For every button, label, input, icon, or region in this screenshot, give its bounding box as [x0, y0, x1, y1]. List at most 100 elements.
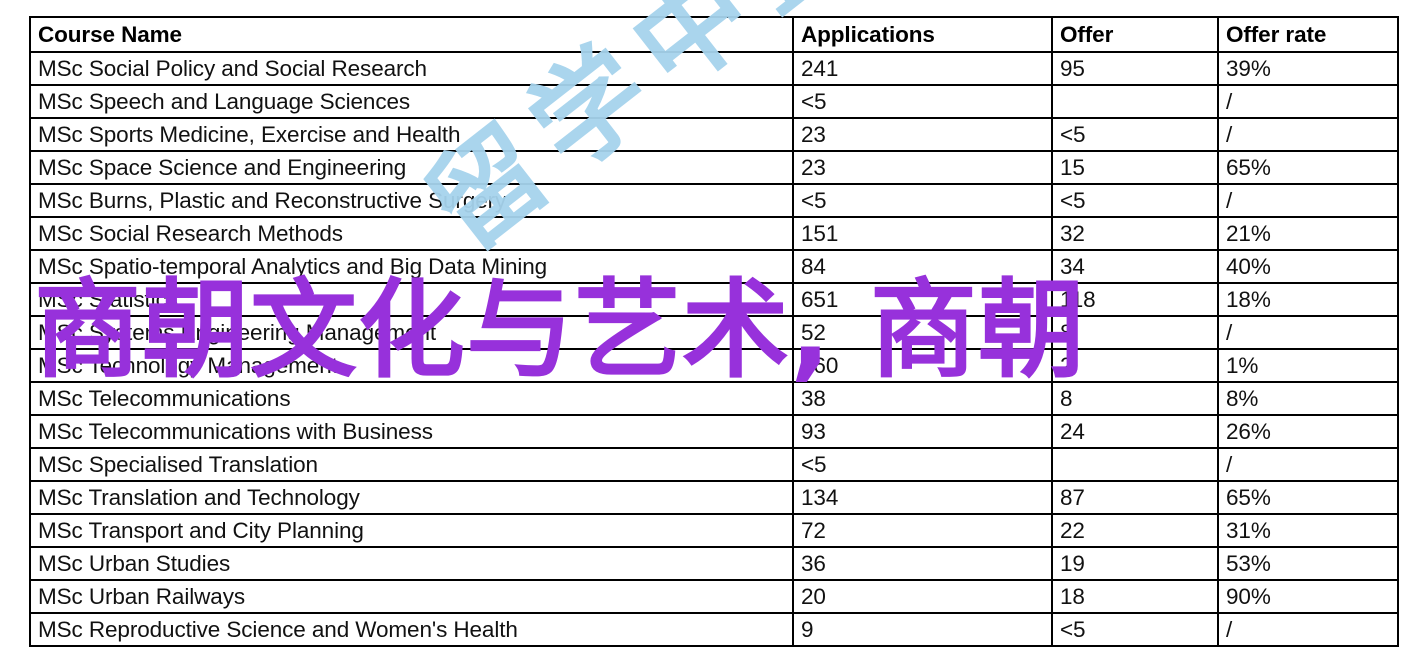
cell-applications: 52 [792, 315, 1053, 350]
stats-table: Course Name Applications Offer Offer rat… [29, 16, 1399, 647]
cell-course-name: MSc Translation and Technology [29, 480, 794, 515]
table-header: Course Name Applications Offer Offer rat… [29, 16, 1399, 53]
cell-offer: 87 [1051, 480, 1219, 515]
cell-offer: <5 [1051, 117, 1219, 152]
cell-course-name: MSc Sports Medicine, Exercise and Health [29, 117, 794, 152]
cell-offer-rate: / [1217, 315, 1399, 350]
cell-offer: 8 [1051, 381, 1219, 416]
cell-offer: 18 [1051, 579, 1219, 614]
cell-course-name: MSc Reproductive Science and Women's Hea… [29, 612, 794, 647]
cell-applications: 241 [792, 51, 1053, 86]
cell-course-name: MSc Speech and Language Sciences [29, 84, 794, 119]
cell-course-name: MSc Systems Engineering Management [29, 315, 794, 350]
cell-applications: 9 [792, 612, 1053, 647]
table-row: MSc Urban Railways 20 18 90% [29, 579, 1399, 614]
cell-offer-rate: 90% [1217, 579, 1399, 614]
cell-course-name: MSc Statistics [29, 282, 794, 317]
cell-offer [1051, 447, 1219, 482]
cell-offer: 2 [1051, 348, 1219, 383]
table-body: MSc Social Policy and Social Research 241… [29, 51, 1399, 647]
cell-offer-rate: 40% [1217, 249, 1399, 284]
cell-course-name: MSc Telecommunications [29, 381, 794, 416]
cell-applications: <5 [792, 84, 1053, 119]
table-row: MSc Systems Engineering Management 52 8/ [29, 315, 1399, 350]
cell-course-name: MSc Urban Railways [29, 579, 794, 614]
table-row: MSc Telecommunications with Business 93 24… [29, 414, 1399, 449]
cell-offer: 19 [1051, 546, 1219, 581]
cell-course-name: MSc Technology Management [29, 348, 794, 383]
table-row: MSc Transport and City Planning 72 22 31% [29, 513, 1399, 548]
cell-course-name: MSc Social Policy and Social Research [29, 51, 794, 86]
table-row: MSc Statistics 651 118 18% [29, 282, 1399, 317]
document-page: 留学中蓝天地 Course Name Applications Offer Of… [0, 0, 1418, 650]
cell-applications: 38 [792, 381, 1053, 416]
cell-offer: <5 [1051, 183, 1219, 218]
cell-applications: 151 [792, 216, 1053, 251]
cell-applications: 84 [792, 249, 1053, 284]
column-header-offer: Offer [1051, 16, 1219, 53]
cell-offer-rate: 18% [1217, 282, 1399, 317]
cell-offer-rate: 31% [1217, 513, 1399, 548]
table-row: MSc Space Science and Engineering 23 15 65% [29, 150, 1399, 185]
column-header-applications: Applications [792, 16, 1053, 53]
cell-course-name: MSc Telecommunications with Business [29, 414, 794, 449]
cell-course-name: MSc Space Science and Engineering [29, 150, 794, 185]
cell-offer: 32 [1051, 216, 1219, 251]
cell-course-name: MSc Transport and City Planning [29, 513, 794, 548]
cell-course-name: MSc Burns, Plastic and Reconstructive Su… [29, 183, 794, 218]
course-statistics-table: Course Name Applications Offer Offer rat… [29, 16, 1399, 647]
cell-applications: 72 [792, 513, 1053, 548]
cell-offer-rate: 8% [1217, 381, 1399, 416]
cell-offer-rate: / [1217, 183, 1399, 218]
cell-applications: 23 [792, 150, 1053, 185]
column-header-course-name: Course Name [29, 16, 794, 53]
cell-applications: 134 [792, 480, 1053, 515]
cell-applications: 93 [792, 414, 1053, 449]
table-row: MSc Telecommunications 38 8 8% [29, 381, 1399, 416]
cell-offer-rate: / [1217, 447, 1399, 482]
cell-applications: <5 [792, 183, 1053, 218]
table-row: MSc Specialised Translation <5 / [29, 447, 1399, 482]
cell-offer-rate: 26% [1217, 414, 1399, 449]
table-row: MSc Sports Medicine, Exercise and Health… [29, 117, 1399, 152]
cell-offer [1051, 84, 1219, 119]
table-row: MSc Technology Management 160 2 1% [29, 348, 1399, 383]
cell-course-name: MSc Spatio-temporal Analytics and Big Da… [29, 249, 794, 284]
table-row: MSc Urban Studies 36 19 53% [29, 546, 1399, 581]
cell-offer-rate: 21% [1217, 216, 1399, 251]
cell-offer: 118 [1051, 282, 1219, 317]
cell-applications: 20 [792, 579, 1053, 614]
table-row: MSc Speech and Language Sciences <5 / [29, 84, 1399, 119]
cell-offer: 8 [1051, 315, 1219, 350]
cell-offer: 95 [1051, 51, 1219, 86]
table-row: MSc Burns, Plastic and Reconstructive Su… [29, 183, 1399, 218]
cell-offer-rate: / [1217, 612, 1399, 647]
cell-applications: 651 [792, 282, 1053, 317]
cell-offer: 34 [1051, 249, 1219, 284]
cell-applications: 23 [792, 117, 1053, 152]
cell-offer-rate: / [1217, 117, 1399, 152]
cell-offer-rate: 1% [1217, 348, 1399, 383]
cell-offer-rate: 65% [1217, 150, 1399, 185]
cell-applications: 160 [792, 348, 1053, 383]
column-header-offer-rate: Offer rate [1217, 16, 1399, 53]
cell-course-name: MSc Social Research Methods [29, 216, 794, 251]
table-row: MSc Spatio-temporal Analytics and Big Da… [29, 249, 1399, 284]
cell-offer-rate: / [1217, 84, 1399, 119]
table-row: MSc Social Research Methods 151 32 21% [29, 216, 1399, 251]
cell-applications: 36 [792, 546, 1053, 581]
header-row: Course Name Applications Offer Offer rat… [29, 16, 1399, 53]
table-row: MSc Social Policy and Social Research 241… [29, 51, 1399, 86]
cell-offer-rate: 65% [1217, 480, 1399, 515]
cell-offer-rate: 39% [1217, 51, 1399, 86]
cell-offer: <5 [1051, 612, 1219, 647]
cell-offer: 24 [1051, 414, 1219, 449]
cell-offer-rate: 53% [1217, 546, 1399, 581]
cell-offer: 22 [1051, 513, 1219, 548]
table-row: MSc Translation and Technology 134 87 65% [29, 480, 1399, 515]
table-row: MSc Reproductive Science and Women's Hea… [29, 612, 1399, 647]
cell-course-name: MSc Specialised Translation [29, 447, 794, 482]
cell-course-name: MSc Urban Studies [29, 546, 794, 581]
cell-applications: <5 [792, 447, 1053, 482]
cell-offer: 15 [1051, 150, 1219, 185]
